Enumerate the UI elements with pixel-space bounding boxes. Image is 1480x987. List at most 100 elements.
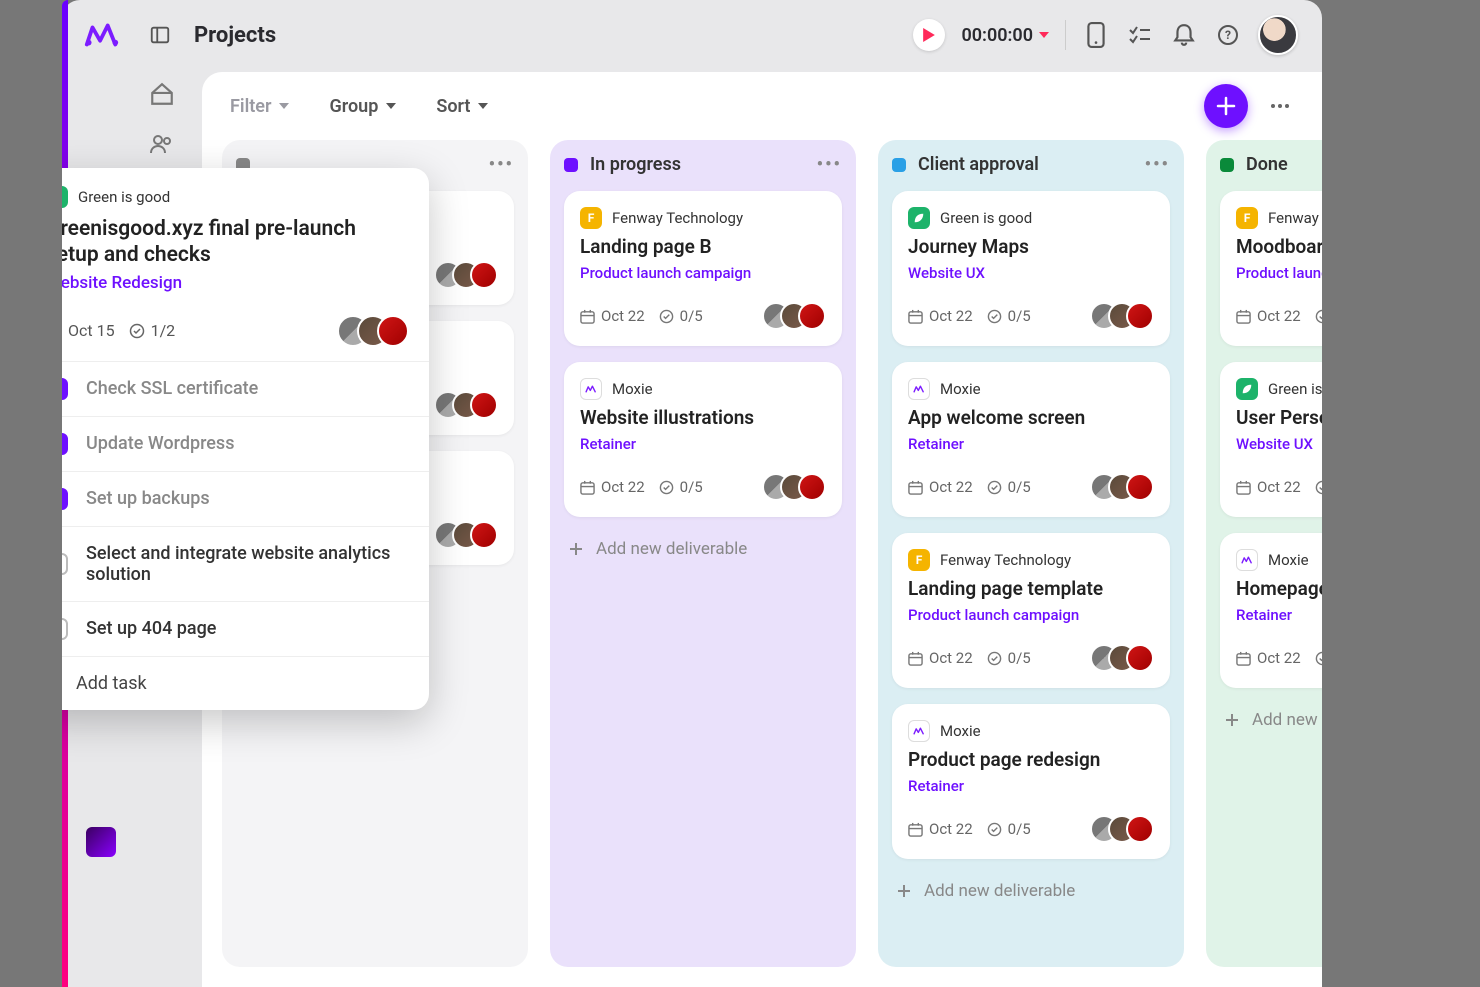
panel-toggle-icon[interactable] bbox=[146, 21, 174, 49]
add-task-button[interactable]: Add task bbox=[62, 656, 429, 710]
assignee-avatars bbox=[772, 302, 826, 330]
popover-meta: Oct 15 1/2 bbox=[62, 315, 409, 347]
popover-project[interactable]: Website Redesign bbox=[62, 273, 409, 293]
client-badge: F bbox=[908, 549, 930, 571]
deliverable-card[interactable]: MoxieApp welcome screenRetainerOct 220/5 bbox=[892, 362, 1170, 517]
deliverable-card[interactable]: MoxieProduct page redesignRetainerOct 22… bbox=[892, 704, 1170, 859]
progress: 0/5 bbox=[659, 478, 703, 496]
column-menu-icon[interactable]: ••• bbox=[489, 154, 514, 175]
avatar bbox=[798, 473, 826, 501]
progress: 0/5 bbox=[987, 307, 1031, 325]
status-dot bbox=[1220, 158, 1234, 172]
due-date[interactable]: Oct 15 bbox=[62, 321, 115, 340]
task-row[interactable]: Check SSL certificate bbox=[62, 361, 429, 416]
card-title: Journey Maps bbox=[908, 235, 1154, 258]
deliverable-card[interactable]: MoxieWebsite illustrationsRetainerOct 22… bbox=[564, 362, 842, 517]
deliverable-card[interactable]: FFenway TechnologyLanding page templateP… bbox=[892, 533, 1170, 688]
progress: 0/5 bbox=[987, 820, 1031, 838]
deliverable-card[interactable]: FFenway TechnologyMoodboardsProduct laun… bbox=[1220, 191, 1322, 346]
app-window: Projects 00:00:00 ? bbox=[62, 0, 1322, 987]
card-footer: Oct 220/5 bbox=[908, 473, 1154, 501]
column-menu-icon[interactable]: ••• bbox=[1145, 154, 1170, 175]
phone-icon[interactable] bbox=[1082, 21, 1110, 49]
add-deliverable-button[interactable]: Add new deliverable bbox=[564, 533, 842, 565]
column-header: Done••• bbox=[1220, 154, 1322, 175]
assignee-avatars bbox=[444, 391, 498, 419]
column-client-approval: Client approval•••Green is goodJourney M… bbox=[878, 140, 1184, 967]
bell-icon[interactable] bbox=[1170, 21, 1198, 49]
task-row[interactable]: Select and integrate website analytics s… bbox=[62, 526, 429, 601]
assignee-avatars bbox=[1100, 473, 1154, 501]
checklist-icon[interactable] bbox=[1126, 21, 1154, 49]
moxie-icon bbox=[1236, 549, 1258, 571]
task-label: Set up backups bbox=[86, 488, 210, 509]
deliverable-card[interactable]: Green is goodJourney MapsWebsite UXOct 2… bbox=[892, 191, 1170, 346]
checkbox[interactable] bbox=[62, 378, 68, 400]
card-project: Product launch campaign bbox=[1236, 264, 1322, 282]
column-title: Done bbox=[1246, 154, 1288, 175]
app-switcher-tile[interactable] bbox=[86, 827, 116, 857]
plus-icon bbox=[1216, 96, 1236, 116]
help-icon[interactable]: ? bbox=[1214, 21, 1242, 49]
checkbox[interactable] bbox=[62, 618, 68, 640]
chevron-down-icon bbox=[478, 103, 488, 109]
avatar bbox=[1126, 815, 1154, 843]
card-title: User Persona bbox=[1236, 406, 1322, 429]
timer-display[interactable]: 00:00:00 bbox=[961, 25, 1049, 46]
add-button[interactable] bbox=[1204, 84, 1248, 128]
add-deliverable-button[interactable]: Add new deliverable bbox=[1220, 704, 1322, 736]
card-title: Landing page template bbox=[908, 577, 1154, 600]
deliverable-card[interactable]: Green is goodUser PersonaWebsite UXOct 2… bbox=[1220, 362, 1322, 517]
add-deliverable-button[interactable]: Add new deliverable bbox=[892, 875, 1170, 907]
assignee-avatars bbox=[1100, 644, 1154, 672]
people-icon[interactable] bbox=[148, 130, 176, 158]
card-client: Green is good bbox=[908, 207, 1154, 229]
deliverable-card[interactable]: MoxieHomepage updatesRetainerOct 220/5 bbox=[1220, 533, 1322, 688]
board-toolbar: Filter Group Sort bbox=[202, 72, 1322, 140]
task-row[interactable]: Set up 404 page bbox=[62, 601, 429, 656]
home-icon[interactable] bbox=[148, 80, 176, 108]
card-client: FFenway Technology bbox=[580, 207, 826, 229]
more-icon[interactable] bbox=[1266, 92, 1294, 120]
sort-button[interactable]: Sort bbox=[436, 96, 488, 117]
group-button[interactable]: Group bbox=[329, 96, 396, 117]
card-client: Moxie bbox=[908, 378, 1154, 400]
due-date: Oct 22 bbox=[1236, 478, 1301, 496]
due-date: Oct 22 bbox=[1236, 307, 1301, 325]
due-date: Oct 22 bbox=[1236, 649, 1301, 667]
column-title: In progress bbox=[590, 154, 681, 175]
task-label: Update Wordpress bbox=[86, 433, 234, 454]
timer-play-button[interactable] bbox=[913, 19, 945, 51]
task-row[interactable]: Update Wordpress bbox=[62, 416, 429, 471]
chevron-down-icon bbox=[1039, 32, 1049, 38]
check-circle-icon bbox=[129, 323, 145, 339]
deliverable-card[interactable]: FFenway TechnologyLanding page BProduct … bbox=[564, 191, 842, 346]
progress[interactable]: 1/2 bbox=[129, 321, 176, 340]
card-client: FFenway Technology bbox=[1236, 207, 1322, 229]
assignee-avatars[interactable] bbox=[349, 315, 409, 347]
card-project: Retainer bbox=[1236, 606, 1322, 624]
app-logo[interactable] bbox=[74, 16, 130, 54]
popover-title: Greenisgood.xyz final pre-launch setup a… bbox=[62, 216, 409, 269]
chevron-down-icon bbox=[386, 103, 396, 109]
due-date: Oct 22 bbox=[580, 307, 645, 325]
card-footer: Oct 220/5 bbox=[1236, 302, 1322, 330]
checkbox[interactable] bbox=[62, 433, 68, 455]
column-header: In progress ••• bbox=[564, 154, 842, 175]
task-label: Check SSL certificate bbox=[86, 378, 258, 399]
card-footer: Oct 22 0/5 bbox=[908, 815, 1154, 843]
checkbox[interactable] bbox=[62, 488, 68, 510]
card-title: Homepage updates bbox=[1236, 577, 1322, 600]
filter-button[interactable]: Filter bbox=[230, 96, 289, 117]
column-menu-icon[interactable]: ••• bbox=[817, 154, 842, 175]
assignee-avatars bbox=[1100, 815, 1154, 843]
task-row[interactable]: Set up backups bbox=[62, 471, 429, 526]
checkbox[interactable] bbox=[62, 553, 68, 575]
card-footer: Oct 220/5 bbox=[1236, 644, 1322, 672]
user-avatar[interactable] bbox=[1258, 15, 1298, 55]
popover-client[interactable]: Green is good bbox=[62, 186, 409, 208]
card-project: Website UX bbox=[1236, 435, 1322, 453]
card-footer: Oct 220/5 bbox=[580, 473, 826, 501]
due-date: Oct 22 bbox=[908, 820, 973, 838]
card-title: App welcome screen bbox=[908, 406, 1154, 429]
